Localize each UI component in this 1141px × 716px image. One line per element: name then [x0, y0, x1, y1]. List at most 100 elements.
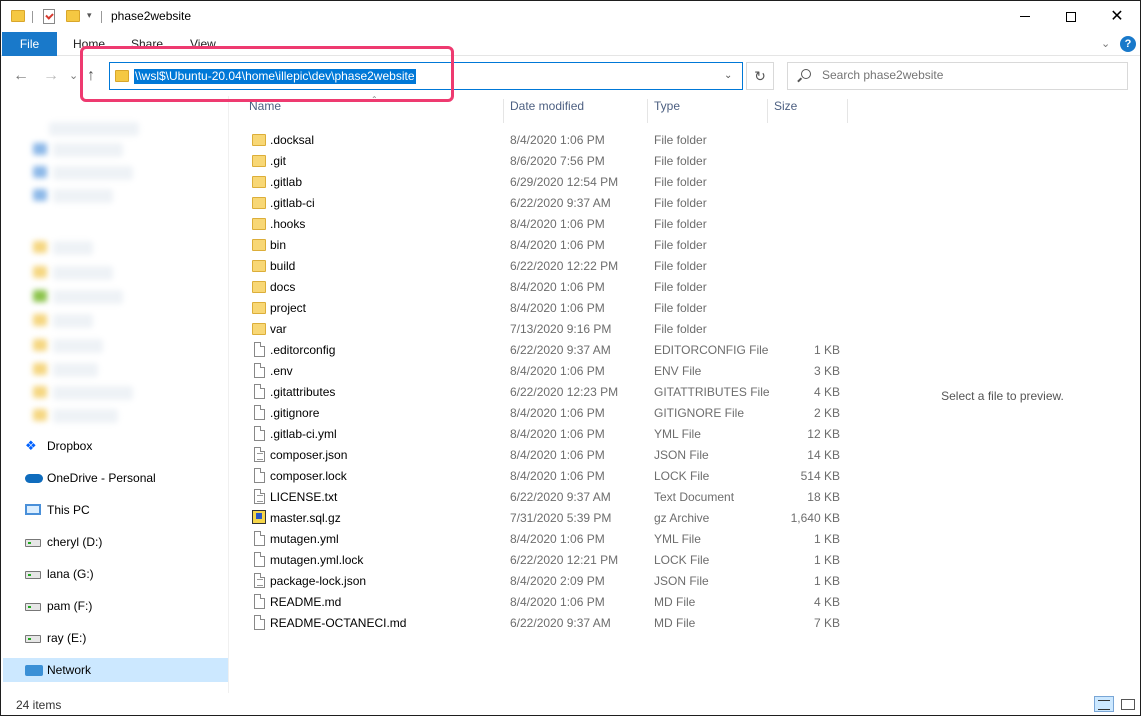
minimize-button[interactable] [1002, 1, 1048, 32]
column-header-size[interactable]: Size [774, 99, 797, 123]
column-header-date[interactable]: Date modified [510, 99, 584, 123]
maximize-button[interactable] [1048, 1, 1094, 32]
back-button[interactable]: ← [13, 67, 29, 85]
new-folder-icon[interactable] [66, 10, 80, 22]
file-type: File folder [654, 133, 707, 147]
expand-ribbon-chevron-icon[interactable]: ⌄ [1101, 37, 1110, 50]
tab-home[interactable]: Home [73, 37, 105, 51]
file-date-modified: 7/13/2020 9:16 PM [510, 322, 612, 336]
address-bar[interactable]: \\wsl$\Ubuntu-20.04\home\illepic\dev\pha… [109, 62, 743, 90]
tab-file[interactable]: File [2, 32, 57, 56]
close-button[interactable]: ✕ [1094, 1, 1140, 32]
file-row[interactable]: .docksal 8/4/2020 1:06 PM File folder [248, 129, 848, 150]
file-row[interactable]: package-lock.json 8/4/2020 2:09 PM JSON Fi… [248, 570, 848, 591]
file-row[interactable]: project 8/4/2020 1:06 PM File folder [248, 297, 848, 318]
file-date-modified: 8/4/2020 1:06 PM [510, 217, 605, 231]
navigation-pane[interactable]: ❖ Dropbox OneDrive - Personal This PC ch… [1, 96, 229, 693]
sidebar-item-onedrive[interactable]: OneDrive - Personal [3, 466, 228, 490]
file-name: .editorconfig [270, 343, 336, 357]
file-row[interactable]: .gitignore 8/4/2020 1:06 PM GITIGNORE File… [248, 402, 848, 423]
column-header-name[interactable]: Name [249, 99, 281, 123]
column-divider[interactable] [767, 99, 768, 123]
file-type: EDITORCONFIG File [654, 343, 769, 357]
file-row[interactable]: README.md 8/4/2020 1:06 PM MD File 4 KB [248, 591, 848, 612]
file-row[interactable]: docs 8/4/2020 1:06 PM File folder [248, 276, 848, 297]
blurred-icon [33, 339, 47, 351]
column-divider[interactable] [503, 99, 504, 123]
sidebar-item-ray-drive[interactable]: ray (E:) [3, 626, 228, 650]
file-icon [254, 342, 265, 357]
search-box[interactable] [787, 62, 1128, 90]
blurred-icon [33, 143, 47, 155]
address-path[interactable]: \\wsl$\Ubuntu-20.04\home\illepic\dev\pha… [134, 69, 416, 84]
sidebar-item-network[interactable]: Network [3, 658, 228, 682]
blurred-item [49, 122, 139, 136]
file-date-modified: 8/6/2020 7:56 PM [510, 154, 605, 168]
up-button[interactable]: ↑ [87, 67, 95, 85]
text-file-icon [254, 573, 265, 588]
file-row[interactable]: mutagen.yml 8/4/2020 1:06 PM YML File 1 KB [248, 528, 848, 549]
file-type: LOCK File [654, 553, 710, 567]
file-name: composer.lock [270, 469, 347, 483]
file-size: 2 KB [813, 406, 840, 420]
file-name: .docksal [270, 133, 315, 147]
file-type: YML File [654, 427, 701, 441]
file-row[interactable]: composer.json 8/4/2020 1:06 PM JSON File 14… [248, 444, 848, 465]
file-row[interactable]: build 6/22/2020 12:22 PM File folder [248, 255, 848, 276]
sidebar-item-pam-drive[interactable]: pam (F:) [3, 594, 228, 618]
file-icon [254, 405, 265, 420]
file-row[interactable]: bin 8/4/2020 1:06 PM File folder [248, 234, 848, 255]
large-icons-view-button[interactable] [1118, 696, 1138, 712]
file-row[interactable]: LICENSE.txt 6/22/2020 9:37 AM Text Documen… [248, 486, 848, 507]
file-row[interactable]: mutagen.yml.lock 6/22/2020 12:21 PM LOCK F… [248, 549, 848, 570]
file-row[interactable]: .gitattributes 6/22/2020 12:23 PM GITATTRI… [248, 381, 848, 402]
file-row[interactable]: .gitlab 6/29/2020 12:54 PM File folder [248, 171, 848, 192]
column-header-label: Size [774, 99, 798, 113]
details-view-button[interactable] [1094, 696, 1114, 712]
tab-view[interactable]: View [190, 37, 216, 51]
sidebar-item-dropbox[interactable]: ❖ Dropbox [3, 434, 228, 458]
title-bar: ▾ phase2website ✕ [1, 1, 1140, 32]
blurred-icon [33, 189, 47, 201]
search-input[interactable] [822, 68, 1122, 82]
column-header-type[interactable]: Type [654, 99, 680, 123]
blurred-item [53, 166, 133, 180]
column-divider[interactable] [847, 99, 848, 123]
window-title: phase2website [111, 9, 192, 23]
file-name: mutagen.yml [270, 532, 339, 546]
tab-share[interactable]: Share [131, 37, 163, 51]
refresh-button[interactable]: ↻ [746, 62, 774, 90]
file-row[interactable]: .editorconfig 6/22/2020 9:37 AM EDITORCONF… [248, 339, 848, 360]
recent-locations-chevron-icon[interactable]: ⌄ [69, 69, 78, 82]
file-icon [254, 552, 265, 567]
properties-icon[interactable] [43, 9, 55, 24]
file-row[interactable]: master.sql.gz 7/31/2020 5:39 PM gz Archive… [248, 507, 848, 528]
file-row[interactable]: var 7/13/2020 9:16 PM File folder [248, 318, 848, 339]
file-icon [254, 468, 265, 483]
file-row[interactable]: .env 8/4/2020 1:06 PM ENV File 3 KB [248, 360, 848, 381]
blurred-icon [33, 314, 47, 326]
drive-icon [25, 571, 41, 579]
help-button[interactable]: ? [1120, 36, 1136, 52]
drive-icon [25, 635, 41, 643]
sidebar-item-lana-drive[interactable]: lana (G:) [3, 562, 228, 586]
file-type: MD File [654, 616, 696, 630]
file-row[interactable]: .gitlab-ci 6/22/2020 9:37 AM File folder [248, 192, 848, 213]
file-row[interactable]: composer.lock 8/4/2020 1:06 PM LOCK File 51… [248, 465, 848, 486]
file-icon [254, 363, 265, 378]
sidebar-item-this-pc[interactable]: This PC [3, 498, 228, 522]
address-dropdown-chevron-icon[interactable]: ⌄ [724, 70, 732, 81]
file-row[interactable]: README-OCTANECI.md 6/22/2020 9:37 AM MD Fi… [248, 612, 848, 633]
file-row[interactable]: .hooks 8/4/2020 1:06 PM File folder [248, 213, 848, 234]
folder-icon [252, 197, 266, 209]
column-divider[interactable] [647, 99, 648, 123]
file-name: .gitlab [270, 175, 303, 189]
file-row[interactable]: .git 8/6/2020 7:56 PM File folder [248, 150, 848, 171]
customize-quick-access-chevron-icon[interactable]: ▾ [87, 10, 92, 21]
file-row[interactable]: .gitlab-ci.yml 8/4/2020 1:06 PM YML File 12… [248, 423, 848, 444]
blurred-icon [33, 241, 47, 253]
sidebar-item-cheryl-drive[interactable]: cheryl (D:) [3, 530, 228, 554]
file-type: LOCK File [654, 469, 710, 483]
forward-button[interactable]: → [43, 67, 59, 85]
sidebar-item-label: lana (G:) [47, 567, 94, 581]
